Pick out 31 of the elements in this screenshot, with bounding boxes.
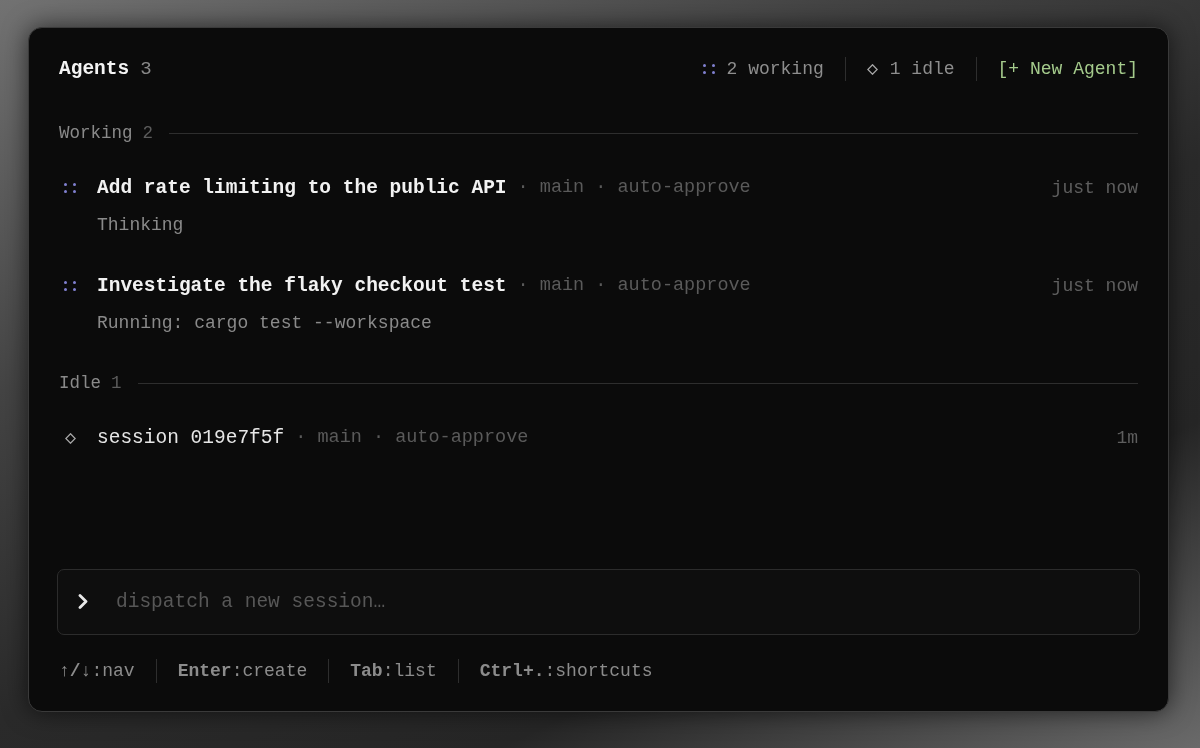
four-dot-icon [64, 281, 76, 291]
four-dot-icon [702, 64, 715, 74]
agent-time: just now [1051, 275, 1138, 297]
shortcut-hint: Enter:create [177, 660, 308, 682]
status-count: 2 working [726, 58, 824, 80]
agent-status: Running: cargo test --workspace [97, 312, 432, 334]
agent-details: · main · auto-approve [295, 427, 529, 449]
four-dot-icon [64, 183, 76, 193]
agent-title[interactable]: Investigate the flaky checkout test [97, 275, 507, 297]
agent-details: · main · auto-approve [517, 177, 751, 199]
section-label: Working [59, 122, 133, 144]
status-count: 1 idle [889, 58, 955, 80]
shortcut-hint: Tab:list [350, 660, 437, 682]
section-count: 1 [111, 372, 122, 394]
chevron-right-icon [78, 594, 88, 609]
diamond-icon [866, 63, 878, 75]
agent-time: just now [1051, 177, 1138, 199]
shortcut-hint: ↑/↓:nav [59, 660, 135, 682]
command-input[interactable]: dispatch a new session… [57, 569, 1140, 635]
section-count: 2 [142, 122, 154, 144]
agent-details: · main · auto-approve [517, 275, 751, 297]
agent-title[interactable]: Add rate limiting to the public API [97, 177, 507, 199]
agent-title[interactable]: session 019e7f5f [97, 427, 285, 449]
agent-status: Thinking [97, 214, 184, 236]
diamond-icon [64, 432, 76, 444]
new-agent-button[interactable]: [+ New Agent] [997, 58, 1138, 80]
agent-time: 1m [1116, 427, 1138, 449]
section-label: Idle [59, 372, 101, 394]
agent-count: 3 [140, 58, 152, 80]
panel-title: Agents [59, 58, 130, 80]
shortcut-hint: Ctrl+.:shortcuts [479, 660, 653, 682]
